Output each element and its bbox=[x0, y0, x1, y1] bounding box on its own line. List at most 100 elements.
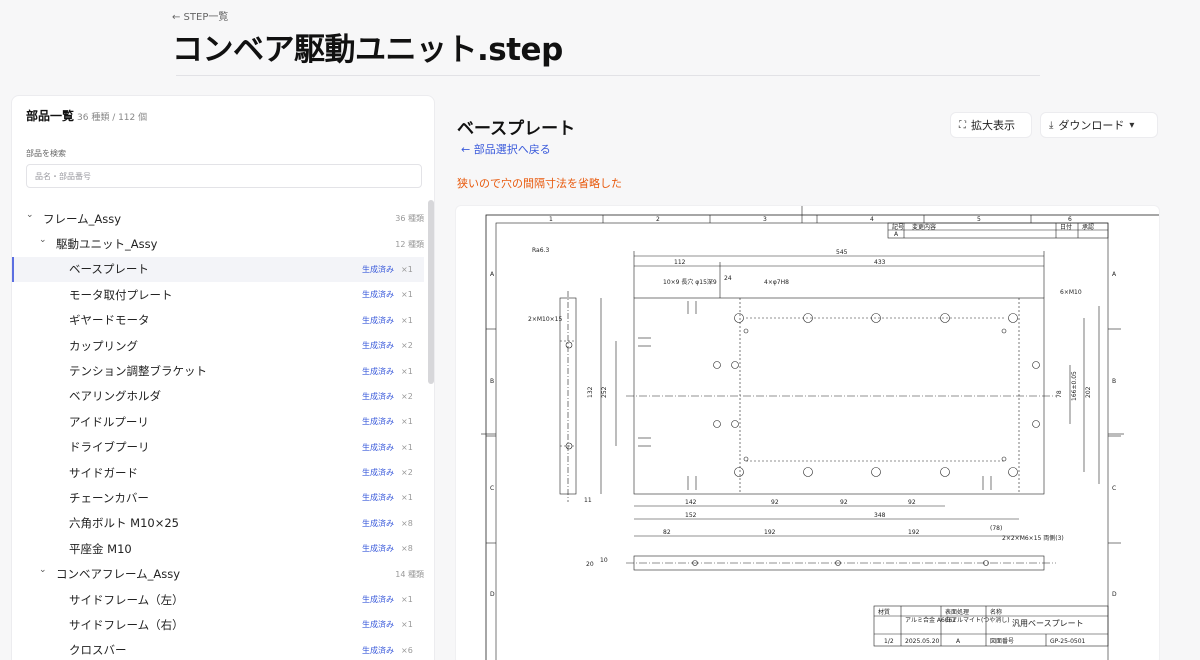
tree-group-label: フレーム_Assy bbox=[43, 211, 122, 226]
dimension-label: 545 bbox=[836, 249, 848, 256]
download-label: ダウンロード bbox=[1058, 119, 1125, 132]
technical-drawing: 1 2 3 4 5 6 A A B B C C D D 記号 変更内容 日付 承認 A Ra6.3 545 112 433 2… bbox=[481, 206, 1159, 660]
tree-item-label: サイドフレーム（左） bbox=[69, 592, 184, 607]
chevron-down-icon[interactable]: ⌄ bbox=[39, 565, 47, 575]
dimension-label: 78 bbox=[1056, 390, 1063, 398]
back-to-part-selection-link[interactable]: ← 部品選択へ戻る bbox=[461, 141, 551, 157]
zone-column-label: 4 bbox=[870, 216, 874, 223]
tree-item-row[interactable]: ベアリングホルダ 生成済み ×2 bbox=[12, 384, 424, 409]
dimension-label: 252 bbox=[601, 386, 608, 398]
tree-item-label: チェーンカバー bbox=[69, 490, 149, 505]
revision-header: 承認 bbox=[1082, 223, 1094, 231]
chevron-down-icon[interactable]: ⌄ bbox=[39, 235, 47, 245]
revision-header: 記号 bbox=[892, 223, 904, 231]
zone-row-label: A bbox=[490, 271, 495, 278]
status-badge: 生成済み bbox=[362, 595, 394, 605]
tree-item-row[interactable]: テンション調整ブラケット 生成済み ×1 bbox=[12, 358, 424, 383]
tree-item-row[interactable]: 六角ボルト M10×25 生成済み ×8 bbox=[12, 511, 424, 536]
tree-item-row[interactable]: モータ取付プレート 生成済み ×1 bbox=[12, 282, 424, 307]
zone-column-label: 3 bbox=[763, 216, 767, 223]
status-badge: 生成済み bbox=[362, 341, 394, 351]
status-badge: 生成済み bbox=[362, 493, 394, 503]
zone-column-label: 5 bbox=[977, 216, 981, 223]
tree-item-row[interactable]: サイドフレーム（左） 生成済み ×1 bbox=[12, 587, 424, 612]
title-block-text: 2025.05.20 bbox=[905, 638, 940, 645]
quantity-label: ×8 bbox=[401, 518, 413, 528]
dimension-label: 348 bbox=[874, 512, 886, 519]
title-block-text: 1/2 bbox=[884, 638, 894, 645]
zone-column-label: 1 bbox=[549, 216, 553, 223]
zone-column-label: 2 bbox=[656, 216, 660, 223]
drawing-viewer[interactable]: 1 2 3 4 5 6 A A B B C C D D 記号 変更内容 日付 承認 A Ra6.3 545 112 433 2… bbox=[455, 205, 1160, 660]
dimension-label: 112 bbox=[674, 259, 686, 266]
tree-group-count: 14 種類 bbox=[395, 569, 424, 579]
tree-item-label: ギヤードモータ bbox=[69, 313, 150, 328]
quantity-label: ×1 bbox=[401, 442, 413, 452]
expand-button[interactable]: ⛶ 拡大表示 bbox=[950, 112, 1032, 138]
tree-group-count: 12 種類 bbox=[395, 239, 424, 249]
title-block-text: 白アルマイト(つや消し) bbox=[945, 616, 1010, 624]
callout-label: 4×φ7H8 bbox=[764, 279, 789, 286]
back-to-step-list-link[interactable]: ← STEP一覧 bbox=[172, 8, 228, 23]
dimension-label: 202 bbox=[1085, 386, 1092, 398]
download-icon: ⤓ bbox=[1049, 119, 1054, 131]
tree-item-label: クロスバー bbox=[69, 643, 127, 658]
quantity-label: ×1 bbox=[401, 264, 413, 274]
parts-list-title: 部品一覧 bbox=[26, 109, 75, 123]
tree-item-row[interactable]: サイドガード 生成済み ×2 bbox=[12, 460, 424, 485]
tree-item-row[interactable]: 平座金 M10 生成済み ×8 bbox=[12, 536, 424, 561]
tree-group-row[interactable]: ⌄ 駆動ユニット_Assy 12 種類 bbox=[12, 231, 424, 256]
dimension-label: 192 bbox=[908, 529, 920, 536]
tree-group-row[interactable]: ⌄ フレーム_Assy 36 種類 bbox=[12, 206, 424, 231]
tree-item-row[interactable]: クロスバー 生成済み ×6 bbox=[12, 638, 424, 660]
title-divider bbox=[176, 75, 1040, 76]
tree-item-label: 六角ボルト M10×25 bbox=[69, 516, 179, 531]
parts-count: 36 種類 / 112 個 bbox=[77, 113, 148, 123]
tree-item-label: ベアリングホルダ bbox=[69, 389, 161, 404]
zone-row-label: B bbox=[1112, 378, 1116, 385]
tree-item-label: カップリング bbox=[69, 338, 138, 353]
dimension-label: 152 bbox=[685, 512, 697, 519]
tree-item-label: テンション調整ブラケット bbox=[69, 364, 207, 379]
tree-item-row[interactable]: チェーンカバー 生成済み ×1 bbox=[12, 485, 424, 510]
quantity-label: ×1 bbox=[401, 595, 413, 605]
part-title: ベースプレート bbox=[457, 119, 576, 139]
download-button[interactable]: ⤓ ダウンロード ▾ bbox=[1040, 112, 1158, 138]
tree-item-row[interactable]: アイドルプーリ 生成済み ×1 bbox=[12, 409, 424, 434]
tree-group-row[interactable]: ⌄ コンベアフレーム_Assy 14 種類 bbox=[12, 561, 424, 586]
expand-label: 拡大表示 bbox=[971, 119, 1015, 132]
chevron-down-icon[interactable]: ⌄ bbox=[26, 210, 34, 220]
callout-label: 2×M10×15 bbox=[528, 316, 563, 323]
tree-scrollbar[interactable] bbox=[428, 200, 434, 384]
title-block-text: 名称 bbox=[990, 608, 1002, 616]
tree-item-label: 平座金 M10 bbox=[69, 541, 132, 556]
zone-row-label: A bbox=[1112, 271, 1117, 278]
dimension-label: 192 bbox=[764, 529, 776, 536]
parts-list-panel: 部品一覧36 種類 / 112 個 部品を検索 ⌄フレーム_Assy36 種類⌄… bbox=[11, 95, 435, 660]
quantity-label: ×1 bbox=[401, 417, 413, 427]
tree-item-label: ベースプレート bbox=[69, 262, 149, 277]
status-badge: 生成済み bbox=[362, 264, 394, 274]
title-block-text: 材質 bbox=[878, 608, 890, 616]
tree-item-row[interactable]: カップリング 生成済み ×2 bbox=[12, 333, 424, 358]
status-badge: 生成済み bbox=[362, 366, 394, 376]
title-block-text: 汎用ベースプレート bbox=[1012, 619, 1084, 628]
dimension-label: 11 bbox=[584, 497, 592, 504]
tree-item-row[interactable]: サイドフレーム（右） 生成済み ×1 bbox=[12, 612, 424, 637]
title-block-text: GP-25-0501 bbox=[1050, 638, 1086, 645]
zone-column-label: 6 bbox=[1068, 216, 1072, 223]
tree-item-row[interactable]: ドライブプーリ 生成済み ×1 bbox=[12, 435, 424, 460]
parts-tree: ⌄ フレーム_Assy 36 種類 ⌄ 駆動ユニット_Assy 12 種類 ベースプレート生… bbox=[12, 206, 424, 660]
dimension-label: 10 bbox=[600, 557, 608, 564]
zone-row-label: C bbox=[490, 485, 494, 492]
zone-row-label: D bbox=[490, 591, 495, 598]
tree-group-count: 36 種類 bbox=[395, 214, 424, 224]
tree-group-label: コンベアフレーム_Assy bbox=[56, 567, 181, 582]
quantity-label: ×1 bbox=[401, 315, 413, 325]
search-input[interactable] bbox=[26, 164, 422, 188]
tree-item-row[interactable]: ギヤードモータ 生成済み ×1 bbox=[12, 308, 424, 333]
dimension-label: 142 bbox=[685, 499, 697, 506]
status-badge: 生成済み bbox=[362, 620, 394, 630]
tree-item-row[interactable]: ベースプレート 生成済み ×1 bbox=[12, 256, 424, 283]
title-block-text: 表面処理 bbox=[945, 608, 969, 616]
